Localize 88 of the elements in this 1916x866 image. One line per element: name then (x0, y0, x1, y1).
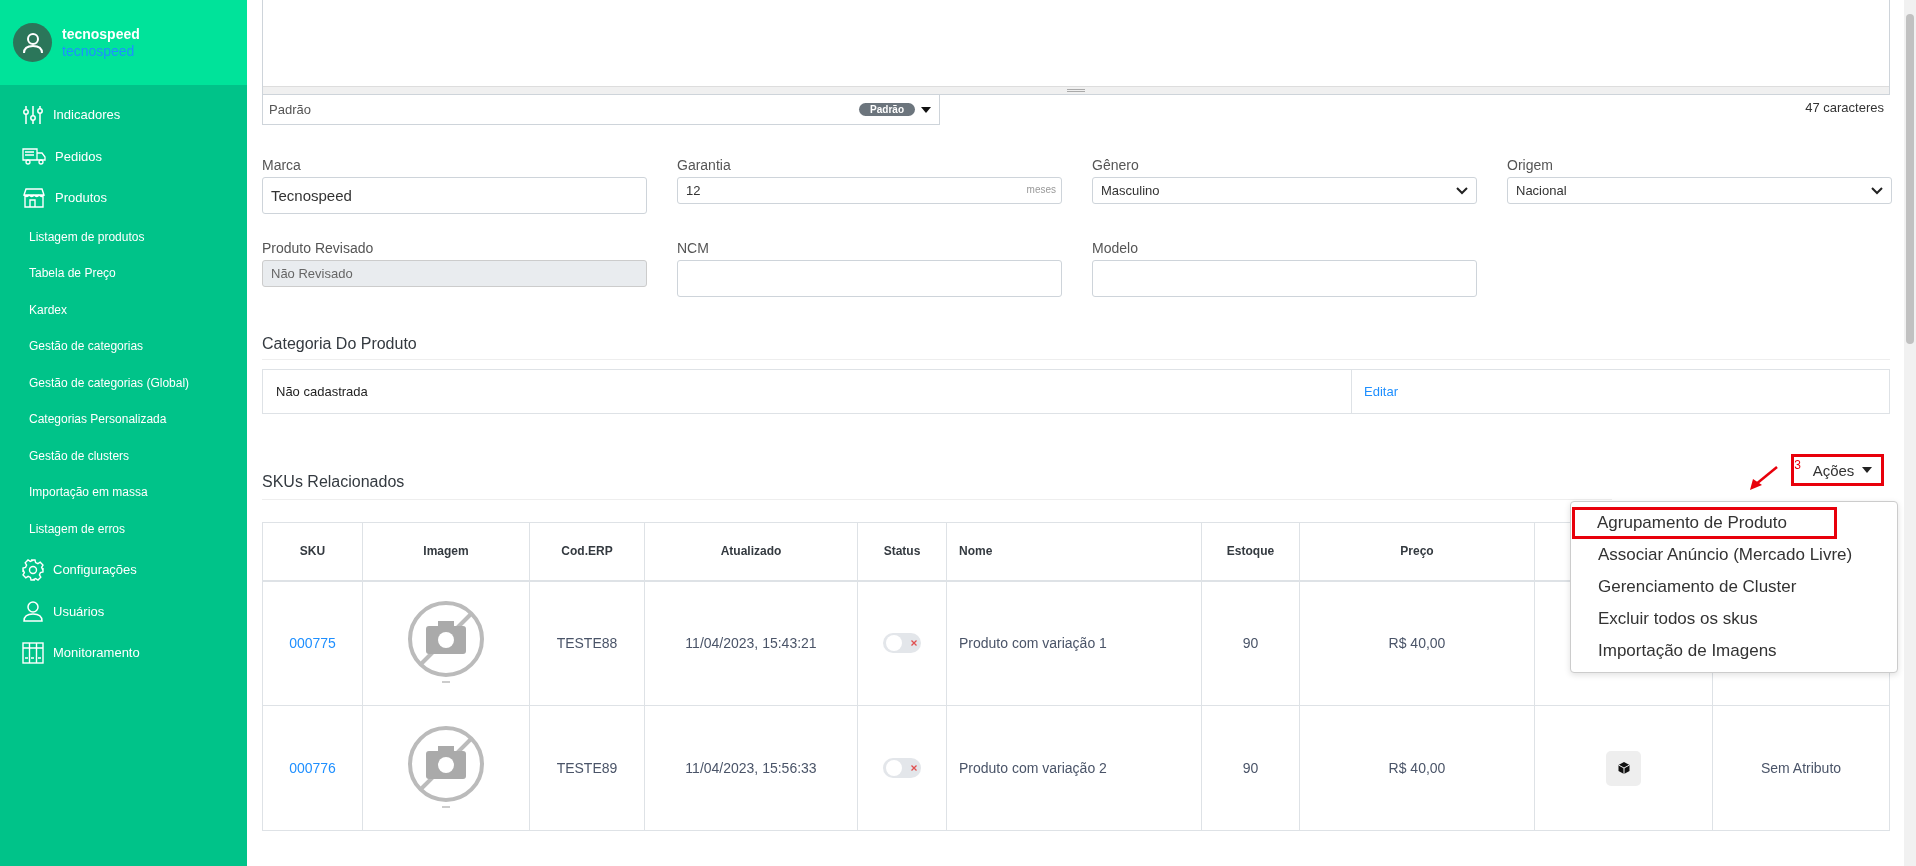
edit-link[interactable]: Editar (1364, 384, 1398, 399)
menu-item[interactable]: Agrupamento de Produto (1572, 507, 1837, 539)
sidebar-subitem[interactable]: Categorias Personalizada (0, 401, 247, 438)
company-name: tecnospeed (62, 43, 136, 59)
column-header: Atualizado (644, 522, 858, 581)
sidebar-item[interactable]: Pedidos (0, 135, 247, 177)
sidebar-item[interactable]: Monitoramento (0, 632, 247, 674)
column-header: Nome (946, 522, 1202, 581)
user-name: tecnospeed (62, 26, 140, 42)
no-photo-icon (406, 723, 486, 810)
select-field[interactable]: Nacional (1507, 177, 1892, 204)
menu-item[interactable]: Excluir todos os skus (1571, 603, 1897, 635)
table-cell: TESTE89 (529, 705, 645, 831)
category-value: Não cadastrada (276, 384, 368, 399)
sidebar-item[interactable]: Configurações (0, 549, 247, 591)
sidebar-subitem[interactable]: Listagem de erros (0, 510, 247, 547)
storefront-icon (22, 186, 46, 209)
table-cell: R$ 40,00 (1299, 580, 1535, 706)
sku-link[interactable]: 000776 (289, 760, 336, 776)
close-icon (910, 764, 918, 772)
no-photo-icon (406, 598, 486, 685)
field-label: Gênero (1092, 157, 1140, 173)
chevron-down-icon (1456, 186, 1468, 195)
column-header: Status (857, 522, 947, 581)
table-cell: Sem Atributo (1712, 705, 1890, 831)
field-label: Marca (262, 157, 302, 173)
sku-link[interactable]: 000775 (289, 635, 336, 652)
sidebar-subitem[interactable]: Gestão de categorias (Global) (0, 364, 247, 401)
cube-icon (1616, 761, 1631, 775)
field-label: Produto Revisado (262, 240, 375, 256)
table-cell: 90 (1201, 580, 1300, 706)
column-header: SKU (262, 522, 363, 581)
truck-icon (22, 145, 46, 168)
annotation-arrow (1748, 466, 1778, 492)
table-cell: 11/04/2023, 15:43:21 (644, 580, 858, 706)
table-cell: R$ 40,00 (1299, 705, 1535, 831)
cube-button[interactable] (1606, 750, 1641, 786)
template-select[interactable]: Padrão Padrão (262, 95, 940, 125)
gear-icon (22, 558, 44, 581)
sidebar-subitem[interactable]: Gestão de categorias (0, 328, 247, 365)
user-icon (22, 600, 44, 623)
status-toggle[interactable] (883, 633, 921, 654)
chevron-down-icon (1871, 186, 1883, 195)
template-tag: Padrão (859, 103, 915, 116)
status-toggle[interactable] (883, 758, 921, 778)
column-header: Imagem (362, 522, 530, 581)
table-cell: 11/04/2023, 15:56:33 (644, 705, 858, 831)
input-field[interactable]: Tecnospeed (262, 177, 647, 214)
input-field[interactable] (677, 260, 1062, 297)
close-icon (910, 639, 918, 648)
caret-icon (1862, 467, 1873, 473)
input-field[interactable] (1092, 260, 1477, 297)
field-label: Origem (1507, 157, 1554, 173)
table-cell: 90 (1201, 705, 1300, 831)
menu-item[interactable]: Gerenciamento de Cluster (1571, 571, 1897, 603)
sidebar-subitem[interactable]: Importação em massa (0, 474, 247, 511)
user-icon (21, 31, 44, 54)
sidebar-subitem[interactable]: Listagem de produtos (0, 218, 247, 255)
template-value: Padrão (269, 102, 312, 117)
sidebar-subitem[interactable]: Gestão de clusters (0, 437, 247, 474)
menu-item[interactable]: Importação de Imagens (1571, 635, 1897, 667)
field-label: NCM (677, 240, 710, 256)
table-cell: TESTE88 (529, 580, 645, 706)
field-label: Modelo (1092, 240, 1139, 256)
field-label: Garantia (677, 157, 732, 173)
table-cell: Produto com variação 2 (946, 705, 1202, 831)
section-title: Categoria Do Produto (262, 335, 1890, 360)
scrollbar-thumb[interactable] (1906, 14, 1914, 344)
sidebar-item[interactable]: Usuários (0, 590, 247, 632)
caret-icon (921, 106, 931, 113)
column-header: Preço (1299, 522, 1535, 581)
select-field[interactable]: Masculino (1092, 177, 1477, 204)
sliders-icon (22, 103, 44, 126)
server-rack-icon (22, 641, 44, 664)
sidebar-item[interactable]: Produtos (0, 177, 247, 219)
table-cell: Produto com variação 1 (946, 580, 1202, 706)
sidebar-subitem[interactable]: Kardex (0, 291, 247, 328)
column-header: Estoque (1201, 522, 1300, 581)
unit-label: meses (1026, 184, 1056, 195)
sidebar-subitem[interactable]: Tabela de Preço (0, 255, 247, 292)
menu-item[interactable]: Associar Anúncio (Mercado Livre) (1571, 539, 1897, 571)
resize-handle-icon[interactable] (1067, 89, 1085, 92)
column-header: Cod.ERP (529, 522, 645, 581)
character-count: 47 caracteres (1805, 100, 1884, 115)
section-title: SKUs Relacionados (262, 473, 1612, 500)
text-area[interactable] (262, 0, 1890, 95)
sidebar-item[interactable]: Indicadores (0, 94, 247, 136)
annotation-number: 3 (1794, 458, 1801, 472)
